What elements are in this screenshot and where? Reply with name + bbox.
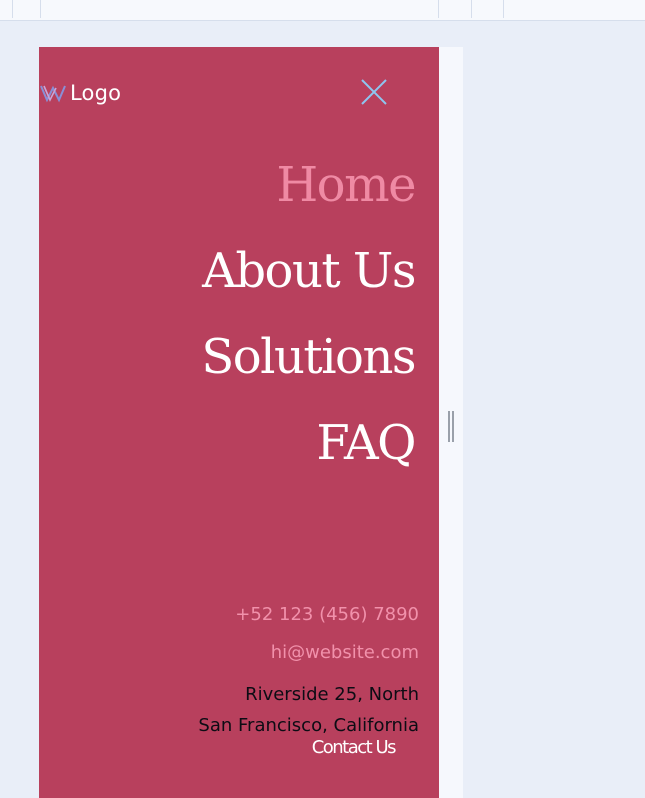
phone-link[interactable]: +52 123 (456) 7890	[198, 603, 419, 627]
nav-item-home[interactable]: Home	[201, 142, 416, 228]
resize-handle[interactable]	[448, 411, 454, 442]
nav-item-about-us[interactable]: About Us	[201, 228, 416, 314]
address-line-1: Riverside 25, North	[245, 684, 419, 705]
contact-info: +52 123 (456) 7890 hi@website.com Rivers…	[198, 603, 419, 741]
topbar-divider	[12, 0, 13, 18]
topbar-divider	[40, 0, 41, 18]
topbar-divider	[438, 0, 439, 18]
close-icon	[361, 79, 387, 105]
nav-item-faq[interactable]: FAQ	[201, 400, 416, 486]
logo-text: Logo	[70, 81, 122, 105]
topbar-divider	[471, 0, 472, 18]
topbar-divider	[503, 0, 504, 18]
logo[interactable]: Logo	[40, 80, 121, 106]
address-line-2: San Francisco, California	[198, 715, 419, 736]
close-button[interactable]	[359, 77, 389, 107]
editor-topbar	[0, 0, 645, 21]
main-nav: Home About Us Solutions FAQ Contact Us	[201, 142, 416, 758]
nav-item-solutions[interactable]: Solutions	[201, 314, 416, 400]
email-link[interactable]: hi@website.com	[198, 641, 419, 665]
w-logo-icon	[40, 85, 66, 103]
mobile-menu-frame: Logo Home About Us Solutions FAQ Contact…	[39, 47, 439, 798]
